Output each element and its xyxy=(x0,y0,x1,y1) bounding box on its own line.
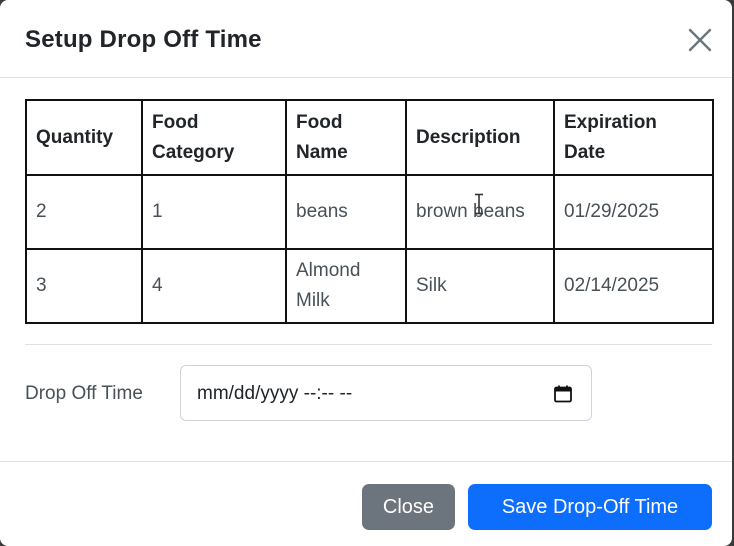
cell-food-name: Almond Milk xyxy=(285,248,407,324)
divider xyxy=(25,344,712,345)
datetime-placeholder: mm/dd/yyyy --:-- -- xyxy=(197,383,353,404)
setup-drop-off-modal: Setup Drop Off Time Quantity Food Catego… xyxy=(0,0,732,546)
column-header-expiration-date: Expiration Date xyxy=(553,99,714,176)
save-drop-off-time-button[interactable]: Save Drop-Off Time xyxy=(468,484,712,530)
table-row: 2 1 beans brown beans 01/29/2025 xyxy=(25,174,714,250)
cell-quantity: 2 xyxy=(25,174,143,250)
cell-description: Silk xyxy=(405,248,555,324)
modal-footer: Close Save Drop-Off Time xyxy=(0,461,732,546)
modal-title: Setup Drop Off Time xyxy=(25,26,262,53)
drop-off-time-label: Drop Off Time xyxy=(25,383,143,404)
text-cursor-icon xyxy=(475,193,483,215)
food-items-table: Quantity Food Category Food Name Descrip… xyxy=(25,99,714,324)
cell-quantity: 3 xyxy=(25,248,143,324)
close-button[interactable]: Close xyxy=(362,484,455,530)
column-header-food-name: Food Name xyxy=(285,99,407,176)
table-row: 3 4 Almond Milk Silk 02/14/2025 xyxy=(25,248,714,324)
cell-food-category: 4 xyxy=(141,248,287,324)
cell-expiration-date: 02/14/2025 xyxy=(553,248,714,324)
cell-expiration-date: 01/29/2025 xyxy=(553,174,714,250)
cell-food-category: 1 xyxy=(141,174,287,250)
modal-header: Setup Drop Off Time xyxy=(0,0,732,78)
table-header-row: Quantity Food Category Food Name Descrip… xyxy=(25,99,714,176)
calendar-icon[interactable] xyxy=(553,384,573,404)
cell-food-name: beans xyxy=(285,174,407,250)
column-header-quantity: Quantity xyxy=(25,99,143,176)
column-header-food-category: Food Category xyxy=(141,99,287,176)
column-header-description: Description xyxy=(405,99,555,176)
drop-off-datetime-input[interactable]: mm/dd/yyyy --:-- -- xyxy=(180,365,592,421)
close-icon[interactable] xyxy=(684,24,716,56)
